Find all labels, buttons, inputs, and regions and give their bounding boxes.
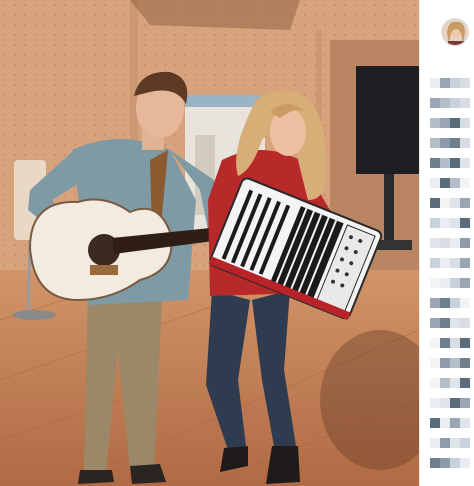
blur-cell	[430, 98, 440, 108]
blur-cell	[430, 118, 440, 128]
blur-cell	[430, 258, 440, 268]
blur-cell	[450, 418, 460, 428]
blur-cell	[440, 238, 450, 248]
blur-cell	[450, 278, 460, 288]
blur-cell	[440, 398, 450, 408]
blur-cell	[460, 438, 470, 448]
blur-cell	[450, 398, 460, 408]
blur-cell	[450, 358, 460, 368]
blur-cell	[460, 158, 470, 168]
blur-cell	[450, 378, 460, 388]
blur-cell	[460, 318, 470, 328]
blur-cell	[450, 438, 460, 448]
photo-scene	[0, 0, 419, 486]
blur-cell	[440, 98, 450, 108]
blur-cell	[460, 258, 470, 268]
blur-cell	[450, 78, 460, 88]
blur-cell	[460, 418, 470, 428]
blur-cell	[440, 358, 450, 368]
blur-cell	[430, 278, 440, 288]
blur-cell	[440, 138, 450, 148]
side-panel	[419, 0, 474, 486]
blur-cell	[430, 158, 440, 168]
blur-cell	[450, 238, 460, 248]
blur-cell	[450, 298, 460, 308]
profile-avatar-icon[interactable]	[441, 18, 469, 46]
blur-cell	[460, 178, 470, 188]
blur-cell	[440, 458, 450, 468]
blur-cell	[460, 238, 470, 248]
blur-cell	[430, 138, 440, 148]
blur-cell	[430, 338, 440, 348]
blur-cell	[460, 298, 470, 308]
blur-cell	[440, 378, 450, 388]
blur-cell	[440, 338, 450, 348]
blur-cell	[430, 318, 440, 328]
blur-cell	[440, 318, 450, 328]
blur-cell	[460, 458, 470, 468]
tv-screen	[356, 66, 419, 174]
blur-cell	[430, 218, 440, 228]
blur-cell	[450, 178, 460, 188]
blur-cell	[450, 218, 460, 228]
blur-cell	[440, 418, 450, 428]
blur-cell	[430, 458, 440, 468]
blur-cell	[460, 338, 470, 348]
blur-cell	[450, 258, 460, 268]
blur-cell	[450, 158, 460, 168]
blur-cell	[430, 358, 440, 368]
blur-cell	[430, 78, 440, 88]
blur-cell	[440, 78, 450, 88]
blur-cell	[460, 118, 470, 128]
blur-cell	[460, 138, 470, 148]
blur-cell	[450, 98, 460, 108]
blur-cell	[460, 358, 470, 368]
blur-cell	[430, 418, 440, 428]
blur-cell	[430, 438, 440, 448]
blur-cell	[460, 378, 470, 388]
blur-cell	[440, 298, 450, 308]
blur-cell	[460, 278, 470, 288]
blurred-content	[430, 78, 472, 478]
blur-cell	[430, 398, 440, 408]
blur-cell	[430, 298, 440, 308]
blur-cell	[460, 198, 470, 208]
blur-cell	[440, 278, 450, 288]
blur-cell	[450, 338, 460, 348]
blur-cell	[430, 198, 440, 208]
blur-cell	[460, 398, 470, 408]
blur-cell	[450, 138, 460, 148]
blur-cell	[450, 118, 460, 128]
blur-cell	[450, 458, 460, 468]
blur-cell	[450, 198, 460, 208]
blur-cell	[440, 438, 450, 448]
blur-cell	[450, 318, 460, 328]
blur-cell	[460, 98, 470, 108]
blur-cell	[440, 258, 450, 268]
blur-cell	[440, 178, 450, 188]
post-photo[interactable]	[0, 0, 419, 486]
blur-cell	[430, 178, 440, 188]
blur-cell	[460, 78, 470, 88]
blur-cell	[440, 158, 450, 168]
blur-cell	[440, 198, 450, 208]
blur-cell	[460, 218, 470, 228]
blur-cell	[440, 118, 450, 128]
blur-cell	[430, 378, 440, 388]
blur-cell	[430, 238, 440, 248]
blur-cell	[440, 218, 450, 228]
